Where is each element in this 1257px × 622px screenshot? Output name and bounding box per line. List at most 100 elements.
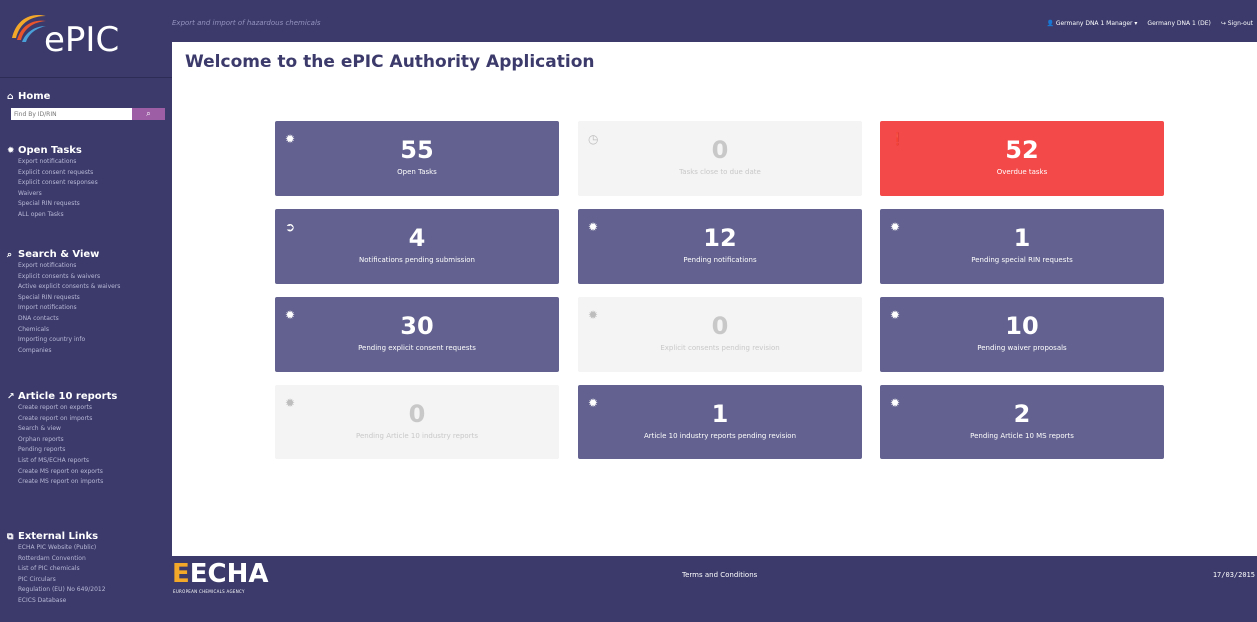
search-input[interactable] bbox=[11, 108, 132, 120]
signout-link[interactable]: ↪ Sign-out bbox=[1221, 20, 1253, 27]
sidebar-item[interactable]: Regulation (EU) No 649/2012 bbox=[7, 585, 172, 596]
sidebar-item[interactable]: Rotterdam Convention bbox=[7, 554, 172, 565]
dashboard-tile[interactable]: ✹ 30 Pending explicit consent requests bbox=[275, 297, 559, 372]
external-link-icon: ⧉ bbox=[7, 531, 14, 542]
sidebar-item[interactable]: PIC Circulars bbox=[7, 575, 172, 586]
sidebar-item[interactable]: Waivers bbox=[7, 189, 172, 200]
sidebar-item[interactable]: List of PIC chemicals bbox=[7, 564, 172, 575]
sidebar-item[interactable]: Export notifications bbox=[7, 261, 172, 272]
logo-text: ePIC bbox=[44, 20, 120, 60]
tile-label: Pending notifications bbox=[683, 256, 757, 264]
echa-logo[interactable]: EECHA EUROPEAN CHEMICALS AGENCY bbox=[172, 559, 269, 594]
dashboard-tile[interactable]: ❗ 52 Overdue tasks bbox=[880, 121, 1164, 196]
echa-logo-mark: E bbox=[172, 559, 190, 589]
tile-count: 0 bbox=[711, 312, 729, 340]
sidebar-item[interactable]: Create MS report on exports bbox=[7, 467, 172, 478]
signout-label: Sign-out bbox=[1227, 20, 1253, 27]
tile-count: 30 bbox=[400, 312, 434, 340]
tile-count: 4 bbox=[408, 224, 426, 252]
sidebar-item[interactable]: Pending reports bbox=[7, 445, 172, 456]
dashboard-tile[interactable]: ✹ 0 Pending Article 10 industry reports bbox=[275, 385, 559, 459]
sidebar-home-link[interactable]: ⌂ Home bbox=[7, 90, 172, 103]
tile-label: Article 10 industry reports pending revi… bbox=[643, 432, 797, 440]
tile-count: 2 bbox=[1013, 400, 1031, 428]
sidebar-item[interactable]: Special RIN requests bbox=[7, 199, 172, 210]
dashboard-tile[interactable]: ✹ 12 Pending notifications bbox=[578, 209, 862, 284]
tile-label: Pending waiver proposals bbox=[977, 344, 1067, 352]
sidebar-item[interactable]: Create MS report on imports bbox=[7, 477, 172, 488]
sidebar-section-title[interactable]: ✹ Open Tasks bbox=[7, 144, 172, 157]
sidebar-section-label: Open Tasks bbox=[18, 145, 82, 156]
tile-count: 1 bbox=[1013, 224, 1031, 252]
sidebar-section-title[interactable]: ⧉ External Links bbox=[7, 530, 172, 543]
sidebar-item[interactable]: DNA contacts bbox=[7, 314, 172, 325]
sidebar-item[interactable]: ECICS Database bbox=[7, 596, 172, 607]
home-label: Home bbox=[18, 91, 51, 102]
sidebar-item[interactable]: ALL open Tasks bbox=[7, 210, 172, 221]
chevron-down-icon: ▾ bbox=[1134, 20, 1138, 27]
tile-count: 52 bbox=[1005, 136, 1039, 164]
search-icon: ⌕ bbox=[146, 109, 151, 118]
gear-icon: ✹ bbox=[7, 145, 15, 156]
sidebar-section-label: External Links bbox=[18, 531, 99, 542]
tile-count: 12 bbox=[703, 224, 737, 252]
user-icon: 👤 bbox=[1046, 20, 1054, 27]
dashboard-tile[interactable]: ✹ 10 Pending waiver proposals bbox=[880, 297, 1164, 372]
sidebar-item[interactable]: Special RIN requests bbox=[7, 293, 172, 304]
sidebar-section-title[interactable]: ↗ Article 10 reports bbox=[7, 390, 172, 403]
sidebar-item[interactable]: Chemicals bbox=[7, 325, 172, 336]
tile-count: 1 bbox=[711, 400, 729, 428]
search-button[interactable]: ⌕ bbox=[132, 108, 165, 120]
dashboard-tile[interactable]: ✹ 0 Explicit consents pending revision bbox=[578, 297, 862, 372]
sidebar: ePIC ⌂ Home ⌕ ✹Open TasksExport notifica… bbox=[0, 0, 172, 622]
tile-label: Tasks close to due date bbox=[679, 168, 761, 176]
sidebar-section-title[interactable]: ⌕ Search & View bbox=[7, 248, 172, 261]
sidebar-item[interactable]: Explicit consent responses bbox=[7, 178, 172, 189]
tile-label: Pending Article 10 MS reports bbox=[970, 432, 1074, 440]
sidebar-section: ↗ Article 10 reports Create report on expo… bbox=[0, 390, 172, 488]
sidebar-item[interactable]: Explicit consent requests bbox=[7, 168, 172, 179]
search-icon: ⌕ bbox=[7, 249, 13, 260]
sidebar-home[interactable]: ⌂ Home bbox=[0, 90, 172, 103]
tile-label: Pending explicit consent requests bbox=[358, 344, 476, 352]
dashboard-tile[interactable]: ✹ 1 Pending special RIN requests bbox=[880, 209, 1164, 284]
app-subtitle: Export and import of hazardous chemicals bbox=[172, 19, 321, 27]
terms-link[interactable]: Terms and Conditions bbox=[682, 571, 757, 579]
signout-icon: ↪ bbox=[1220, 20, 1226, 27]
sidebar-search: ⌕ bbox=[11, 108, 165, 120]
user-dropdown[interactable]: 👤 Germany DNA 1 Manager ▾ bbox=[1046, 20, 1137, 27]
tile-count: 0 bbox=[408, 400, 426, 428]
tile-count: 55 bbox=[400, 136, 434, 164]
sidebar-item[interactable]: Orphan reports bbox=[7, 435, 172, 446]
sidebar-item[interactable]: Importing country info bbox=[7, 335, 172, 346]
dashboard-tile[interactable]: ◷ 0 Tasks close to due date bbox=[578, 121, 862, 196]
dashboard-tile[interactable]: ✹ 2 Pending Article 10 MS reports bbox=[880, 385, 1164, 459]
tile-label: Pending Article 10 industry reports bbox=[356, 432, 478, 440]
sidebar-item[interactable]: Explicit consents & waivers bbox=[7, 272, 172, 283]
app-root: ePIC ⌂ Home ⌕ ✹Open TasksExport notifica… bbox=[0, 0, 1257, 622]
tile-label: Notifications pending submission bbox=[359, 256, 475, 264]
sidebar-item[interactable]: Export notifications bbox=[7, 157, 172, 168]
sidebar-item[interactable]: Active explicit consents & waivers bbox=[7, 282, 172, 293]
sidebar-section-label: Article 10 reports bbox=[18, 391, 118, 402]
sidebar-item[interactable]: Create report on exports bbox=[7, 403, 172, 414]
sidebar-item[interactable]: List of MS/ECHA reports bbox=[7, 456, 172, 467]
sidebar-item[interactable]: Create report on imports bbox=[7, 414, 172, 425]
tile-label: Pending special RIN requests bbox=[971, 256, 1073, 264]
dashboard-tile[interactable]: ✹ 1 Article 10 industry reports pending re… bbox=[578, 385, 862, 459]
tile-count: 0 bbox=[711, 136, 729, 164]
user-menu: 👤 Germany DNA 1 Manager ▾ Germany DNA 1 … bbox=[1046, 20, 1253, 27]
dashboard-tile[interactable]: ➲ 4 Notifications pending submission bbox=[275, 209, 559, 284]
tile-label: Overdue tasks bbox=[996, 168, 1048, 176]
epic-logo[interactable]: ePIC bbox=[0, 0, 172, 78]
sidebar-item[interactable]: Import notifications bbox=[7, 303, 172, 314]
home-icon: ⌂ bbox=[7, 91, 14, 102]
sidebar-item[interactable]: ECHA PIC Website (Public) bbox=[7, 543, 172, 554]
echa-logo-subtitle: EUROPEAN CHEMICALS AGENCY bbox=[173, 589, 245, 594]
sidebar-item[interactable]: Companies bbox=[7, 346, 172, 357]
sidebar-item[interactable]: Search & view bbox=[7, 424, 172, 435]
dashboard-tile[interactable]: ✹ 55 Open Tasks bbox=[275, 121, 559, 196]
sidebar-section: ⌕ Search & View Export notifications Explic… bbox=[0, 248, 172, 356]
tile-count: 10 bbox=[1005, 312, 1039, 340]
tile-label: Open Tasks bbox=[397, 168, 437, 176]
